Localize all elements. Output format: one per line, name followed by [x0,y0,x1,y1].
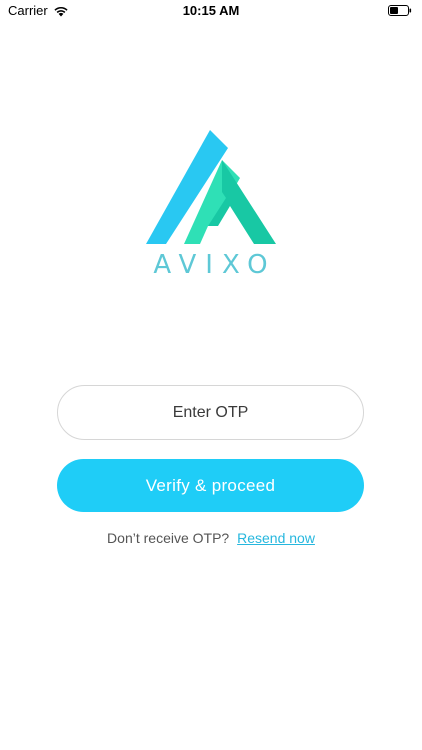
status-bar: Carrier 10:15 AM [0,0,422,22]
logo-mark-icon [146,130,276,244]
resend-now-link[interactable]: Resend now [237,530,315,546]
resend-row: Don’t receive OTP? Resend now [0,530,422,546]
brand-name: AVIXO [153,250,277,280]
avixo-logo: AVIXO [140,130,286,280]
status-time: 10:15 AM [182,3,240,18]
resend-prompt: Don’t receive OTP? [107,530,230,546]
battery-icon [388,5,412,16]
verify-proceed-button[interactable]: Verify & proceed [57,459,364,512]
otp-field[interactable] [57,385,364,440]
otp-input[interactable] [71,402,350,423]
